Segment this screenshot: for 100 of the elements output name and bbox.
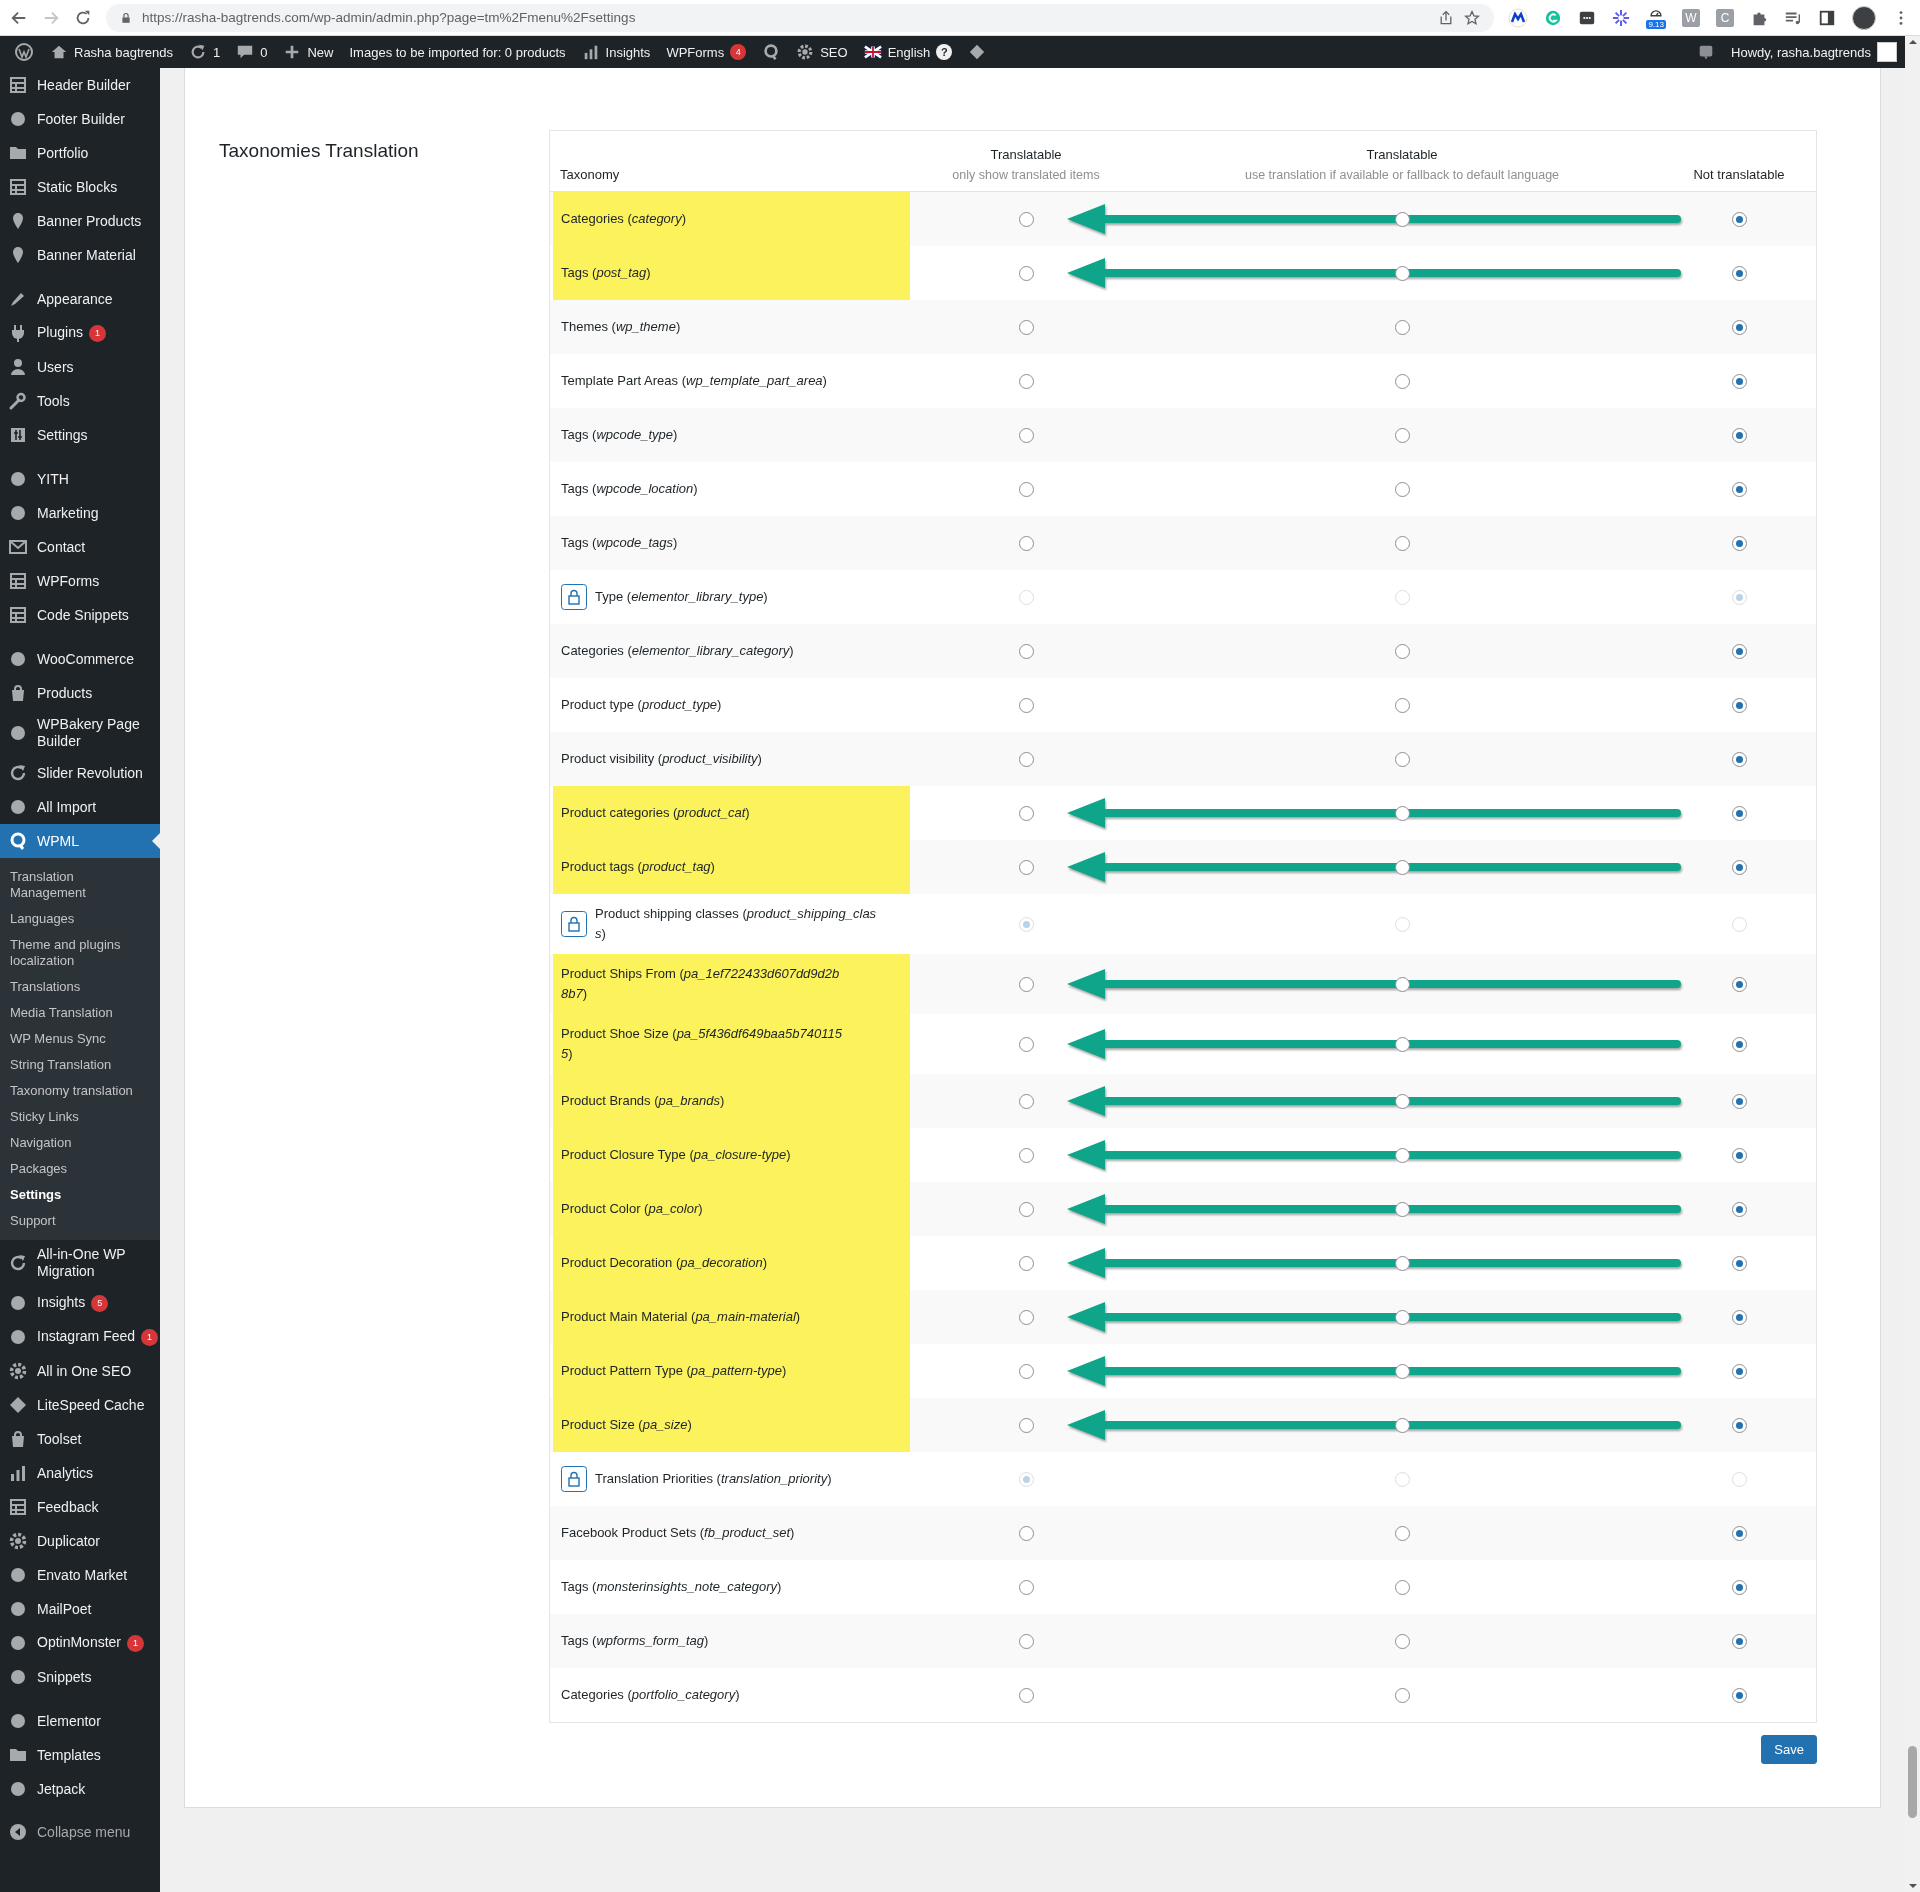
new-link[interactable]: New bbox=[275, 36, 342, 68]
radio-button[interactable] bbox=[1394, 751, 1410, 767]
radio-button[interactable] bbox=[1394, 1579, 1410, 1595]
menu-item[interactable]: WPML bbox=[0, 824, 160, 858]
menu-item[interactable]: Header Builder bbox=[0, 68, 160, 102]
menu-item[interactable]: Contact bbox=[0, 530, 160, 564]
menu-item[interactable]: Feedback bbox=[0, 1490, 160, 1524]
submenu-item[interactable]: Media Translation bbox=[0, 1000, 160, 1026]
radio-button[interactable] bbox=[1731, 1036, 1747, 1052]
radio-button[interactable] bbox=[1731, 535, 1747, 551]
menu-item[interactable]: Settings bbox=[0, 418, 160, 452]
radio-button[interactable] bbox=[1394, 1633, 1410, 1649]
radio-button[interactable] bbox=[1394, 1687, 1410, 1703]
radio-button[interactable] bbox=[1018, 976, 1034, 992]
menu-item[interactable]: Toolset bbox=[0, 1422, 160, 1456]
menu-item[interactable]: Products bbox=[0, 676, 160, 710]
radio-button[interactable] bbox=[1394, 481, 1410, 497]
radio-button[interactable] bbox=[1394, 1093, 1410, 1109]
radio-button[interactable] bbox=[1018, 319, 1034, 335]
radio-button[interactable] bbox=[1731, 373, 1747, 389]
submenu-item[interactable]: Support bbox=[0, 1208, 160, 1234]
radio-button[interactable] bbox=[1394, 1525, 1410, 1541]
menu-item[interactable]: Slider Revolution bbox=[0, 756, 160, 790]
radio-button[interactable] bbox=[1394, 976, 1410, 992]
menu-item[interactable]: Banner Material bbox=[0, 238, 160, 272]
radio-button[interactable] bbox=[1394, 1309, 1410, 1325]
side-panel-icon[interactable] bbox=[1818, 8, 1836, 27]
radio-button[interactable] bbox=[1394, 1036, 1410, 1052]
submenu-item[interactable]: Packages bbox=[0, 1156, 160, 1182]
radio-button[interactable] bbox=[1731, 643, 1747, 659]
menu-item[interactable]: Banner Products bbox=[0, 204, 160, 238]
submenu-item[interactable]: Sticky Links bbox=[0, 1104, 160, 1130]
reload-icon[interactable] bbox=[74, 8, 92, 27]
radio-button[interactable] bbox=[1018, 373, 1034, 389]
radio-button[interactable] bbox=[1731, 1093, 1747, 1109]
radio-button[interactable] bbox=[1018, 265, 1034, 281]
radio-button[interactable] bbox=[1731, 1363, 1747, 1379]
menu-item[interactable]: Snippets bbox=[0, 1660, 160, 1694]
menu-item[interactable]: Code Snippets bbox=[0, 598, 160, 632]
radio-button[interactable] bbox=[1731, 697, 1747, 713]
menu-item[interactable]: All Import bbox=[0, 790, 160, 824]
submenu-item[interactable]: Theme and plugins localization bbox=[0, 932, 160, 974]
menu-item[interactable]: MailPoet bbox=[0, 1592, 160, 1626]
submenu-item[interactable]: Navigation bbox=[0, 1130, 160, 1156]
radio-button[interactable] bbox=[1018, 427, 1034, 443]
seo-link[interactable]: SEO bbox=[788, 36, 856, 68]
radio-button[interactable] bbox=[1018, 697, 1034, 713]
submenu-item[interactable]: Taxonomy translation bbox=[0, 1078, 160, 1104]
menu-item[interactable]: Portfolio bbox=[0, 136, 160, 170]
address-bar[interactable]: https://rasha-bagtrends.com/wp-admin/admin.php?page=tm%2Fmenu%2Fsettings bbox=[106, 3, 1495, 32]
star-icon[interactable] bbox=[1464, 9, 1481, 26]
radio-button[interactable] bbox=[1018, 1579, 1034, 1595]
menu-item[interactable]: Duplicator bbox=[0, 1524, 160, 1558]
radio-button[interactable] bbox=[1018, 211, 1034, 227]
radio-button[interactable] bbox=[1018, 1363, 1034, 1379]
radio-button[interactable] bbox=[1018, 481, 1034, 497]
import-notice[interactable]: Images to be imported for: 0 products bbox=[341, 36, 574, 68]
scrollbar-thumb[interactable] bbox=[1908, 1746, 1917, 1818]
site-link[interactable]: Rasha bagtrends bbox=[42, 36, 181, 68]
menu-item[interactable]: YITH bbox=[0, 462, 160, 496]
menu-item[interactable]: WooCommerce bbox=[0, 642, 160, 676]
radio-button[interactable] bbox=[1018, 859, 1034, 875]
radio-button[interactable] bbox=[1394, 265, 1410, 281]
radio-button[interactable] bbox=[1018, 1147, 1034, 1163]
menu-item[interactable]: Tools bbox=[0, 384, 160, 418]
avatar[interactable] bbox=[1852, 5, 1876, 30]
menu-item[interactable]: Analytics bbox=[0, 1456, 160, 1490]
submenu-item[interactable]: Translation Management bbox=[0, 864, 160, 906]
insights-link[interactable]: Insights bbox=[573, 36, 659, 68]
radio-button[interactable] bbox=[1018, 1036, 1034, 1052]
collapse-menu-button[interactable]: Collapse menu bbox=[0, 1816, 160, 1848]
help-icon[interactable]: ? bbox=[936, 44, 953, 60]
radio-button[interactable] bbox=[1394, 697, 1410, 713]
submenu-item[interactable]: String Translation bbox=[0, 1052, 160, 1078]
radio-button[interactable] bbox=[1018, 1093, 1034, 1109]
menu-item[interactable]: Users bbox=[0, 350, 160, 384]
radio-button[interactable] bbox=[1394, 805, 1410, 821]
menu-item[interactable]: WPForms bbox=[0, 564, 160, 598]
circle-logo-icon[interactable] bbox=[1544, 8, 1563, 27]
radio-button[interactable] bbox=[1731, 1417, 1747, 1433]
radio-button[interactable] bbox=[1018, 1201, 1034, 1217]
radio-button[interactable] bbox=[1731, 1579, 1747, 1595]
menu-item[interactable]: Templates bbox=[0, 1738, 160, 1772]
radio-button[interactable] bbox=[1731, 265, 1747, 281]
radio-button[interactable] bbox=[1018, 1525, 1034, 1541]
menu-item[interactable]: LiteSpeed Cache bbox=[0, 1388, 160, 1422]
language-switcher[interactable]: English ? bbox=[855, 36, 961, 68]
radio-button[interactable] bbox=[1731, 1687, 1747, 1703]
menu-item[interactable]: Footer Builder bbox=[0, 102, 160, 136]
radio-button[interactable] bbox=[1394, 643, 1410, 659]
menu-item[interactable]: WPBakery Page Builder bbox=[0, 710, 160, 756]
radio-button[interactable] bbox=[1731, 1309, 1747, 1325]
radio-button[interactable] bbox=[1394, 1363, 1410, 1379]
menu-item[interactable]: OptinMonster 1 bbox=[0, 1626, 160, 1660]
radio-button[interactable] bbox=[1394, 535, 1410, 551]
updates-link[interactable]: 1 bbox=[181, 36, 229, 68]
radio-button[interactable] bbox=[1018, 1255, 1034, 1271]
radio-button[interactable] bbox=[1731, 805, 1747, 821]
menu-item[interactable]: All-in-One WP Migration bbox=[0, 1240, 160, 1286]
radio-button[interactable] bbox=[1731, 481, 1747, 497]
